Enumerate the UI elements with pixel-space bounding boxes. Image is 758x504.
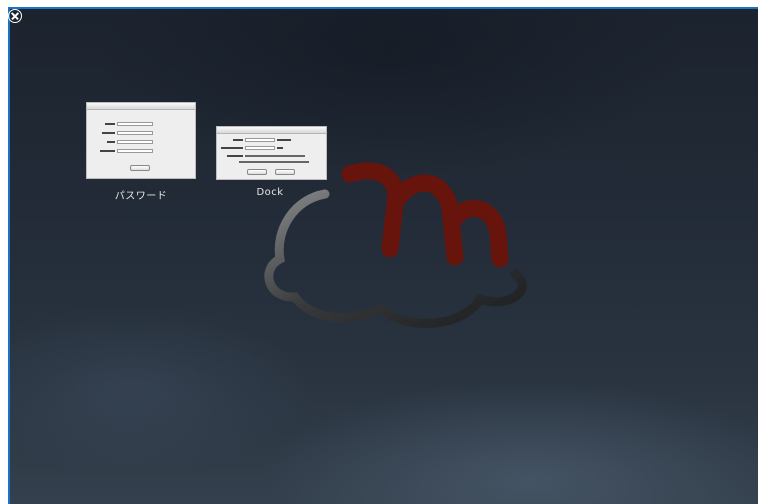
thumbnail-field-label (277, 139, 291, 141)
thumbnail-field-label (227, 155, 243, 157)
thumbnail-label-password: パスワード (114, 191, 168, 202)
thumbnail-titlebar (87, 103, 195, 110)
password-window-thumbnail[interactable] (86, 102, 196, 179)
thumbnail-field (117, 140, 153, 144)
thumbnail-field-label (221, 147, 243, 149)
thumbnail-button (130, 165, 150, 171)
thumbnail-field (117, 149, 153, 153)
thumbnail-field (117, 122, 153, 126)
thumbnail-field-label (107, 141, 115, 143)
thumbnail-field (117, 131, 153, 135)
thumbnail-field-label (233, 139, 243, 141)
thumbnail-titlebar (217, 127, 326, 134)
desktop-screen: パスワード Dock (0, 0, 758, 504)
thumbnail-field (245, 146, 275, 150)
thumbnail-field (245, 138, 275, 142)
thumbnail-field-label (277, 147, 283, 149)
thumbnail-label-dock: Dock (256, 187, 284, 198)
thumbnail-field-label (245, 155, 305, 157)
close-circle-icon[interactable] (8, 9, 22, 23)
thumbnail-field-label (105, 123, 115, 125)
thumbnail-button (275, 169, 295, 175)
expose-overlay: パスワード Dock (8, 7, 758, 504)
thumbnail-field-label (239, 161, 309, 163)
thumbnail-field-label (102, 132, 115, 134)
dock-window-thumbnail[interactable] (216, 126, 327, 180)
thumbnail-button (247, 169, 267, 175)
thumbnail-field-label (100, 150, 115, 152)
